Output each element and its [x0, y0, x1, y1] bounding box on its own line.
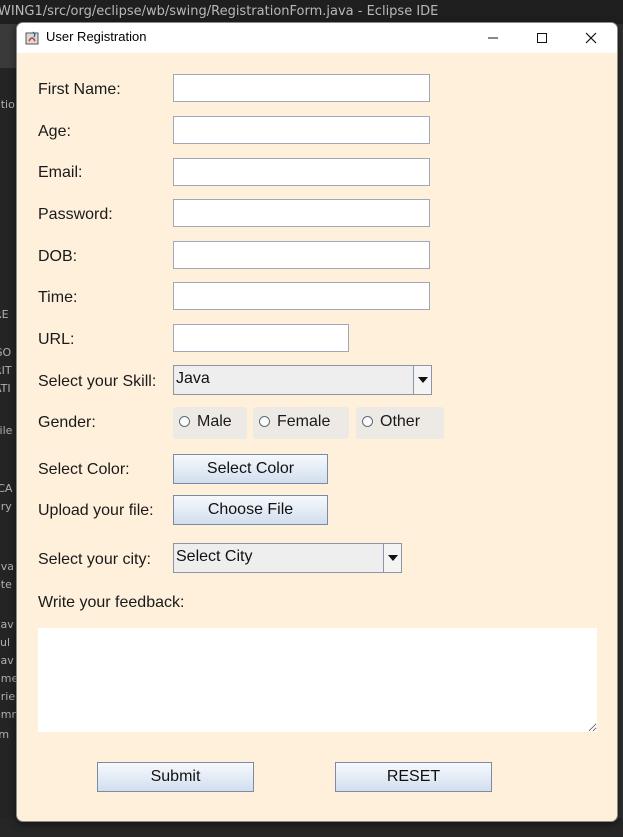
age-field[interactable]: [173, 116, 430, 144]
skill-select[interactable]: Java: [173, 365, 432, 395]
color-label: Select Color:: [38, 461, 130, 478]
time-label: Time:: [38, 289, 78, 306]
ide-explorer-item: ete: [0, 578, 12, 591]
minimize-icon: [488, 37, 498, 39]
choose-file-button[interactable]: Choose File: [173, 495, 328, 525]
city-select[interactable]: Select City: [173, 543, 402, 573]
dialog-titlebar[interactable]: User Registration: [17, 23, 617, 53]
file-label: Upload your file:: [38, 502, 154, 519]
gender-radio-male[interactable]: Male: [173, 407, 247, 439]
ide-explorer-item: RIT: [0, 364, 12, 377]
first-name-field[interactable]: [173, 74, 430, 102]
skill-selected-value: Java: [176, 370, 210, 387]
reset-button[interactable]: RESET: [335, 762, 492, 792]
minimize-button[interactable]: [470, 23, 516, 53]
age-label: Age:: [38, 123, 71, 140]
gender-radio-other[interactable]: Other: [356, 407, 444, 439]
url-field[interactable]: [173, 324, 349, 352]
feedback-textarea[interactable]: [38, 628, 597, 732]
ide-explorer-item: .jav: [0, 618, 14, 631]
ide-title: WING1/src/org/eclipse/wb/swing/Registrat…: [0, 4, 439, 19]
dob-field[interactable]: [173, 241, 430, 269]
skill-label: Select your Skill:: [38, 373, 157, 390]
radio-circle-icon: [362, 416, 373, 427]
ide-explorer-item: ATI: [0, 382, 11, 395]
close-icon: [585, 32, 597, 44]
ide-explorer-item: .jav: [0, 654, 14, 667]
feedback-label: Write your feedback:: [38, 594, 185, 611]
ide-explorer-item: cul: [0, 636, 11, 649]
radio-circle-icon: [179, 416, 190, 427]
time-field[interactable]: [173, 282, 430, 310]
email-label: Email:: [38, 164, 83, 181]
ide-explorer-item: ava: [0, 560, 14, 573]
chevron-down-icon: [418, 377, 428, 383]
email-field[interactable]: [173, 158, 430, 186]
radio-circle-icon: [259, 416, 270, 427]
password-field[interactable]: [173, 199, 430, 227]
maximize-button[interactable]: [519, 23, 565, 53]
city-label: Select your city:: [38, 551, 151, 568]
submit-button[interactable]: Submit: [97, 762, 254, 792]
ide-title-bar: WING1/src/org/eclipse/wb/swing/Registrat…: [0, 0, 623, 24]
ide-explorer-item: rm: [0, 728, 10, 741]
city-dropdown-arrow[interactable]: [383, 544, 401, 572]
ide-explorer-item: arie: [0, 690, 16, 703]
ide-explorer-item: ary: [0, 500, 12, 513]
ide-explorer-item: RE: [0, 308, 9, 321]
gender-option-label: Female: [277, 413, 331, 430]
close-button[interactable]: [568, 23, 614, 53]
ide-explorer-item: File: [0, 424, 13, 437]
first-name-label: First Name:: [38, 81, 121, 98]
gender-option-label: Other: [380, 413, 421, 430]
gender-radio-female[interactable]: Female: [253, 407, 349, 439]
registration-dialog: User Registration First Name: Age: Email…: [16, 22, 618, 822]
city-selected-value: Select City: [176, 548, 253, 565]
java-app-icon: [25, 31, 39, 45]
gender-option-label: Male: [197, 413, 232, 430]
gender-label: Gender:: [38, 414, 96, 431]
ide-explorer-item: atio: [0, 98, 15, 111]
chevron-down-icon: [388, 555, 398, 561]
dob-label: DOB:: [38, 248, 78, 265]
skill-dropdown-arrow[interactable]: [413, 366, 431, 394]
ide-explorer-item: ICA: [0, 482, 13, 495]
select-color-button[interactable]: Select Color: [173, 454, 328, 484]
dialog-title: User Registration: [46, 29, 147, 44]
ide-explorer-item: GO: [0, 346, 12, 359]
password-label: Password:: [38, 206, 113, 223]
url-label: URL:: [38, 331, 75, 348]
maximize-icon: [537, 33, 547, 43]
